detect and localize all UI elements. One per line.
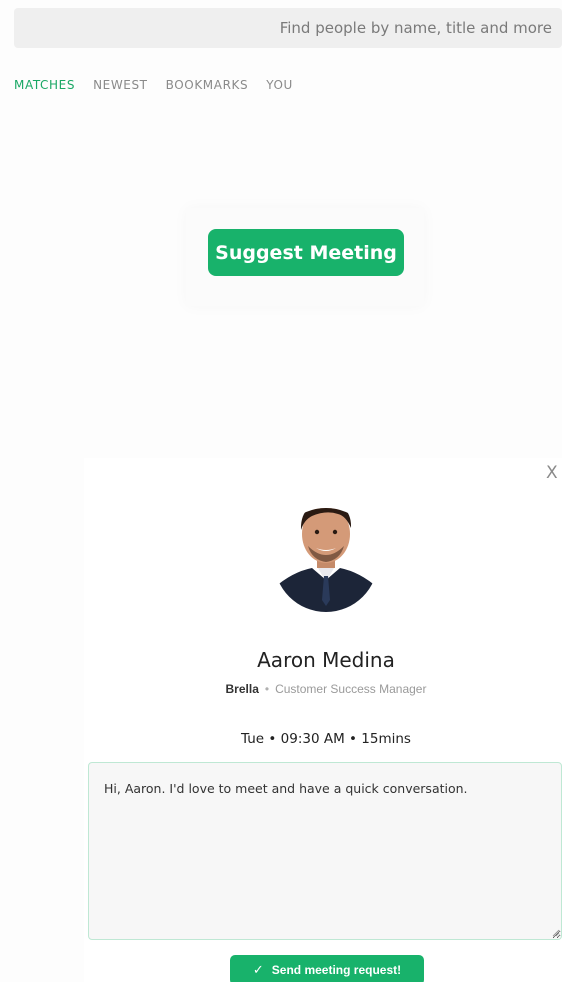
person-title: Customer Success Manager — [275, 682, 427, 696]
resize-grip-icon[interactable] — [552, 929, 560, 937]
tab-bookmarks[interactable]: BOOKMARKS — [166, 78, 249, 92]
suggest-meeting-button[interactable]: Suggest Meeting — [208, 229, 404, 276]
person-company: Brella — [225, 682, 259, 696]
tab-matches[interactable]: MATCHES — [14, 78, 75, 92]
check-icon: ✓ — [252, 962, 264, 977]
search-placeholder: Find people by name, title and more — [279, 19, 552, 37]
tab-you[interactable]: YOU — [266, 78, 293, 92]
tab-newest[interactable]: NEWEST — [93, 78, 148, 92]
send-request-button[interactable]: ✓ Send meeting request! — [230, 955, 424, 982]
send-request-label: Send meeting request! — [271, 963, 402, 977]
tab-bar: MATCHES NEWEST BOOKMARKS YOU — [14, 78, 293, 92]
separator-dot: • — [264, 682, 270, 696]
close-icon[interactable]: X — [546, 465, 560, 482]
meeting-time: Tue • 09:30 AM • 15mins — [241, 731, 411, 747]
avatar — [274, 508, 378, 612]
search-input[interactable]: Find people by name, title and more — [14, 8, 562, 48]
message-textarea[interactable]: Hi, Aaron. I'd love to meet and have a q… — [88, 762, 562, 940]
person-subline: Brella • Customer Success Manager — [0, 682, 562, 696]
person-name: Aaron Medina — [257, 648, 395, 672]
